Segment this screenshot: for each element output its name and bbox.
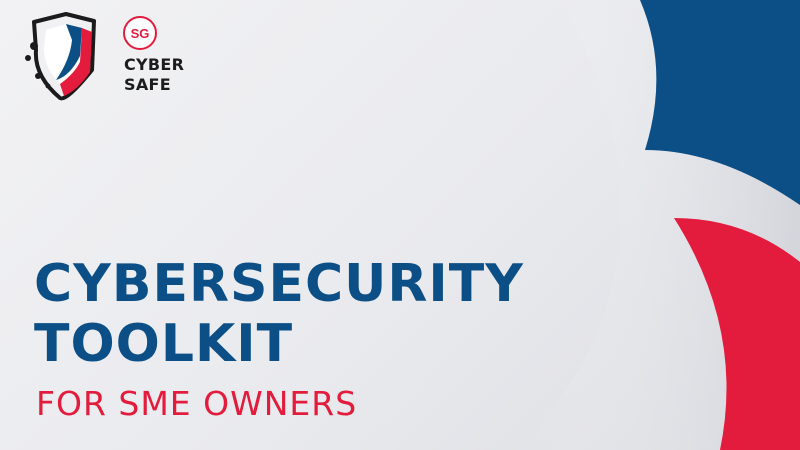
cyber-safe-logo: SG CYBER SAFE <box>22 10 202 102</box>
subtitle: FOR SME OWNERS <box>36 384 358 423</box>
brand-name-line1: CYBER <box>124 55 185 74</box>
shield-icon <box>25 12 96 101</box>
title-line1: CYBERSECURITY <box>34 254 524 314</box>
sg-badge: SG <box>123 16 157 50</box>
title-line2: TOOLKIT <box>34 314 294 374</box>
brand-name-line2: SAFE <box>124 75 171 94</box>
